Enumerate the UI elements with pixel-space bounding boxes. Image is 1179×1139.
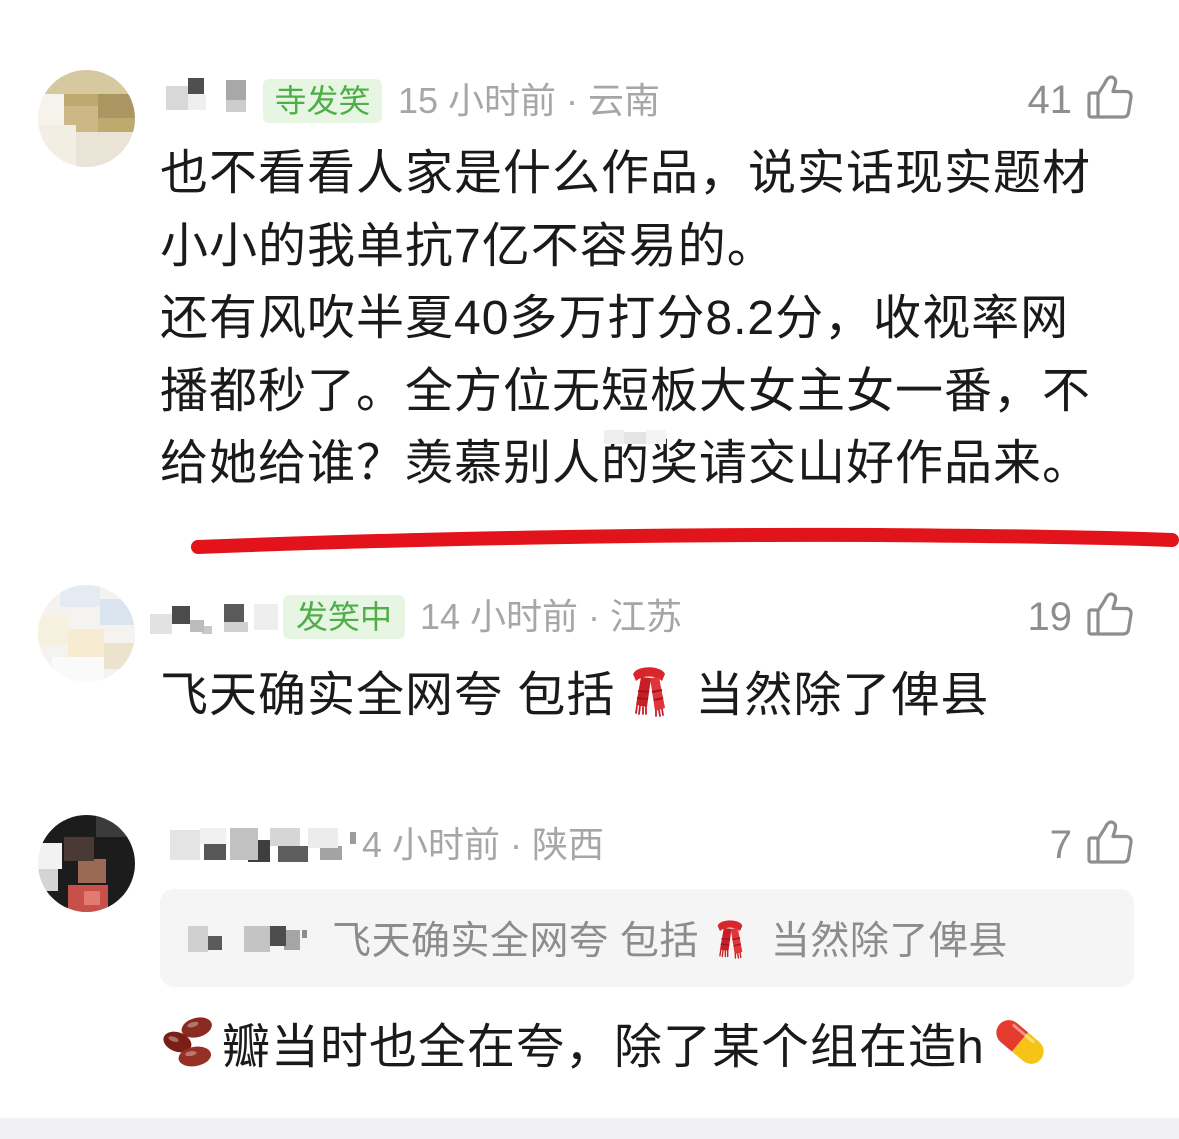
comment-time-location: 14 小时前 · 江苏: [420, 596, 683, 637]
like-button[interactable]: 41: [1010, 73, 1136, 125]
comment-body[interactable]: 瓣当时也全在夸，除了某个组在造h: [160, 1006, 1049, 1078]
redaction-patch: [604, 430, 666, 444]
avatar[interactable]: [38, 585, 135, 682]
scarf-emoji-icon: [717, 920, 743, 959]
scarf-emoji-icon: [633, 667, 666, 717]
quoted-username-redacted: [188, 922, 308, 958]
comment-text-line: 也不看看人家是什么作品，说实话现实题材: [160, 147, 1092, 200]
username-redacted[interactable]: [166, 76, 248, 114]
like-button[interactable]: 7: [1010, 818, 1136, 870]
like-count: 7: [1049, 823, 1072, 867]
quoted-text-part: 当然除了俾县: [770, 920, 1008, 963]
thumbs-up-icon: [1087, 820, 1133, 864]
quoted-reply[interactable]: 飞天确实全网夸 包括 当然除了俾县: [160, 889, 1134, 987]
thumbs-up-icon: [1087, 592, 1133, 636]
comment-text-line: 小小的我单抗7亿不容易的。: [160, 219, 776, 273]
comment-time-location: 4 小时前 · 陕西: [362, 824, 605, 865]
comment-text: 飞天确实全网夸 包括: [160, 669, 616, 722]
quoted-text: 飞天确实全网夸 包括 当然除了俾县: [332, 889, 1008, 987]
like-count: 19: [1027, 595, 1073, 639]
like-button[interactable]: 19: [1010, 590, 1136, 642]
avatar[interactable]: [38, 815, 135, 912]
fan-badge: 寺发笑: [263, 79, 382, 123]
pill-emoji-icon: [996, 1020, 1044, 1064]
comment-text: 当然除了俾县: [695, 669, 990, 722]
red-underline-annotation: [191, 527, 1179, 554]
username-redacted[interactable]: [170, 824, 362, 866]
thumbs-up-icon: [1087, 75, 1133, 119]
comment-text-line: 播都秒了。全方位无短板大女主女一番，不: [160, 364, 1092, 418]
comment-time-location: 15 小时前 · 云南: [398, 80, 661, 121]
quoted-text-part: 飞天确实全网夸 包括: [332, 920, 699, 963]
comment-body[interactable]: 飞天确实全网夸 包括 当然除了俾县: [160, 654, 989, 726]
fan-badge: 发笑中: [283, 595, 405, 639]
comment-text: 瓣当时也全在夸，除了某个组在造h: [222, 1021, 985, 1074]
comment-text-line: 还有风吹半夏40多万打分8.2分，收视率网: [160, 292, 1070, 345]
username-redacted[interactable]: [150, 598, 280, 638]
beans-emoji-icon: [163, 1017, 212, 1067]
like-count: 41: [1027, 78, 1073, 122]
avatar[interactable]: [38, 70, 135, 167]
list-bottom-divider: [0, 1118, 1179, 1139]
